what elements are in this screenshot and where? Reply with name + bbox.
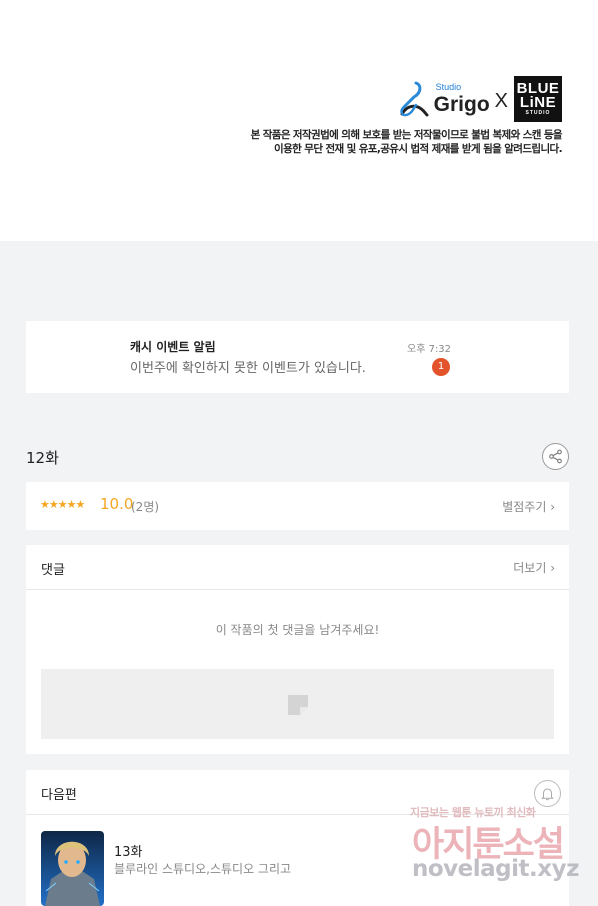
comment-icon bbox=[288, 695, 308, 715]
next-episode-title: 다음편 bbox=[41, 788, 77, 803]
comments-more-button[interactable]: 더보기 › bbox=[513, 559, 555, 576]
watermark-url: novelagit.xyz bbox=[412, 856, 579, 882]
rating-bar: ★★★★★ 10.0 (2명) 별점주기 › bbox=[26, 482, 569, 530]
copyright-line-2: 이용한 무단 전재 및 유포,공유시 법적 제재를 받게 됨을 알려드립니다. bbox=[274, 143, 563, 155]
copyright-line-1: 본 작품은 저작권법에 의해 보호를 받는 저작물이므로 불법 복제와 스캔 등… bbox=[250, 129, 563, 141]
bell-icon bbox=[541, 788, 554, 801]
grigo-studio-label: Studio bbox=[435, 82, 462, 92]
grigo-logo-icon bbox=[400, 81, 429, 117]
rating-stars: ★★★★★ bbox=[40, 498, 85, 511]
event-notification[interactable]: 캐시 이벤트 알림 이번주에 확인하지 못한 이벤트가 있습니다. 오후 7:3… bbox=[26, 321, 569, 393]
copyright-notice: 본 작품은 저작권법에 의해 보호를 받는 저작물이므로 불법 복제와 스캔 등… bbox=[250, 128, 563, 156]
notification-badge: 1 bbox=[432, 358, 450, 376]
studio-logos: Studio Grigo X BLUE LiNE STUDIO bbox=[396, 76, 562, 122]
share-button[interactable] bbox=[542, 443, 569, 470]
rating-count: (2명) bbox=[131, 500, 160, 514]
comments-section: 댓글 더보기 › 이 작품의 첫 댓글을 남겨주세요! bbox=[26, 545, 569, 754]
blueline-word-3: STUDIO bbox=[525, 110, 551, 117]
next-episode-thumbnail-image bbox=[41, 831, 104, 906]
grigo-name: Grigo bbox=[433, 93, 490, 116]
notification-title: 캐시 이벤트 알림 bbox=[130, 340, 216, 354]
notification-message: 이번주에 확인하지 못한 이벤트가 있습니다. bbox=[130, 361, 366, 376]
notification-time: 오후 7:32 bbox=[407, 344, 452, 355]
comments-title: 댓글 bbox=[41, 563, 65, 578]
share-icon bbox=[549, 449, 562, 464]
rating-score: 10.0 bbox=[100, 495, 134, 513]
rate-button[interactable]: 별점주기 › bbox=[502, 498, 555, 515]
grigo-wordmark: Studio Grigo bbox=[433, 82, 490, 116]
site-watermark: 지금보는 웹툰 뉴토끼 최신화 아지툰소설 novelagit.xyz bbox=[408, 802, 579, 886]
collab-x: X bbox=[494, 89, 508, 112]
blueline-logo: BLUE LiNE STUDIO bbox=[514, 76, 562, 122]
copyright-banner: Studio Grigo X BLUE LiNE STUDIO 본 작품은 저작… bbox=[0, 0, 598, 241]
comments-header: 댓글 더보기 › bbox=[26, 545, 569, 590]
comment-input[interactable] bbox=[41, 669, 554, 739]
next-episode-authors: 블루라인 스튜디오,스튜디오 그리고 bbox=[114, 862, 292, 876]
next-episode-thumbnail[interactable] bbox=[41, 831, 104, 906]
blueline-word-2: LiNE bbox=[519, 94, 557, 112]
next-episode-name[interactable]: 13화 bbox=[114, 841, 143, 860]
comments-empty-message: 이 작품의 첫 댓글을 남겨주세요! bbox=[215, 623, 380, 637]
episode-title: 12화 bbox=[26, 449, 59, 467]
